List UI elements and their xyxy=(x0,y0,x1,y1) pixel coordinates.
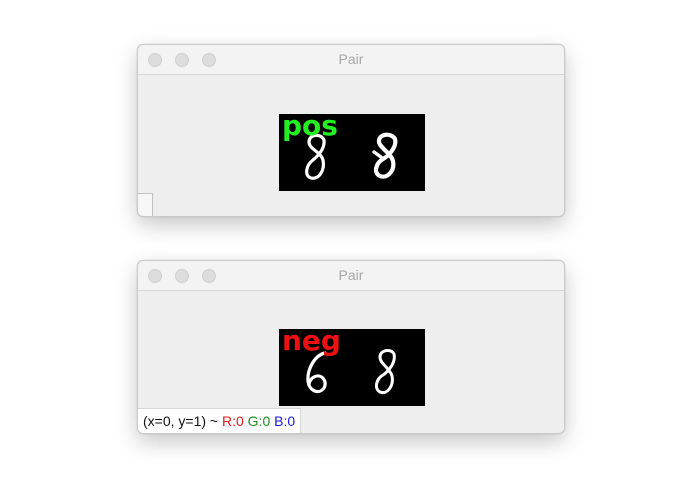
pair-window-pos[interactable]: Pair pos xyxy=(137,44,565,217)
window-title: Pair xyxy=(338,267,364,283)
digit-image-right xyxy=(372,132,398,179)
digit-image-right xyxy=(374,348,396,395)
blue-value: B:0 xyxy=(274,413,296,429)
pair-label: pos xyxy=(282,109,338,142)
cursor-coordinates: (x=0, y=1) ~ xyxy=(143,413,219,429)
titlebar[interactable]: Pair xyxy=(138,45,564,75)
pixel-status-bar: (x=0, y=1) ~ R:0 G:0 B:0 xyxy=(138,408,302,433)
titlebar[interactable]: Pair xyxy=(138,261,564,291)
pair-image[interactable]: neg xyxy=(279,324,425,406)
green-value: G:0 xyxy=(247,413,271,429)
pair-image[interactable]: pos xyxy=(279,109,425,191)
window-title: Pair xyxy=(338,51,364,67)
resize-handle[interactable] xyxy=(138,193,153,216)
pair-label: neg xyxy=(282,324,341,357)
pair-window-neg[interactable]: Pair neg (x=0, y=1) ~ R:0 G:0 B:0 xyxy=(137,260,565,434)
red-value: R:0 xyxy=(221,413,244,429)
